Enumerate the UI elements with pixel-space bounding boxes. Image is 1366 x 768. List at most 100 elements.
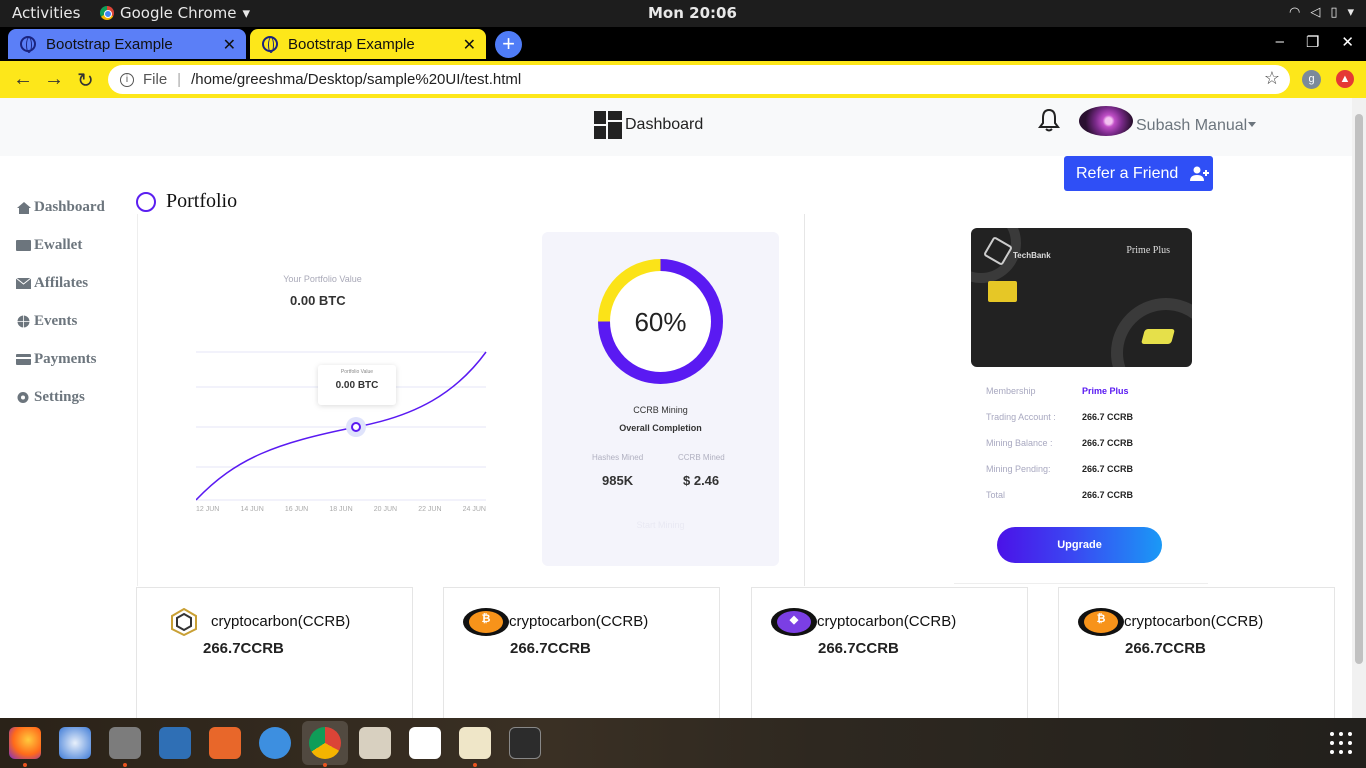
browser-tab[interactable]: Bootstrap Example ✕ xyxy=(8,29,246,59)
help-icon[interactable] xyxy=(259,727,291,759)
app-menu-label: Google Chrome xyxy=(120,4,237,22)
firefox-icon[interactable] xyxy=(9,727,41,759)
address-bar: ← → ↻ i File | /home/greeshma/Desktop/sa… xyxy=(0,61,1366,98)
battery-icon: ▯ xyxy=(1330,5,1338,20)
coin-card[interactable]: ₿ cryptocarbon(CCRB) 266.7CCRB xyxy=(1058,587,1335,718)
membership-row: Total 266.7 CCRB xyxy=(986,490,1133,500)
close-icon[interactable]: ✕ xyxy=(223,35,236,55)
extension-icon[interactable]: g xyxy=(1302,70,1321,89)
x-tick-label: 18 JUN xyxy=(329,506,353,513)
tab-strip: Bootstrap Example ✕ Bootstrap Example ✕ … xyxy=(0,27,1366,61)
url-input[interactable]: i File | /home/greeshma/Desktop/sample%2… xyxy=(108,65,1290,94)
row-value: Prime Plus xyxy=(1082,386,1129,396)
wallet-icon xyxy=(16,240,31,251)
text-editor-icon[interactable] xyxy=(459,727,491,759)
activities-button[interactable]: Activities xyxy=(12,4,80,22)
start-mining-button[interactable]: Start Mining xyxy=(542,520,779,530)
coin-amount: 266.7CCRB xyxy=(1125,640,1206,657)
user-name[interactable]: Subash Manual xyxy=(1136,117,1247,135)
hashes-label: Hashes Mined xyxy=(592,453,644,462)
page-content: Dashboard Subash Manual Refer a Friend D… xyxy=(0,98,1352,718)
minimize-icon[interactable]: – xyxy=(1276,33,1284,51)
chart-label: Your Portfolio Value xyxy=(283,274,362,284)
sidebar-item-dashboard[interactable]: Dashboard xyxy=(16,199,105,237)
sidebar-item-label: Payments xyxy=(34,351,97,367)
chevron-down-icon[interactable] xyxy=(1248,122,1256,127)
sidebar-item-label: Settings xyxy=(34,389,85,405)
system-top-bar: Activities Google Chrome ▾ Mon 20:06 ◠ ◁… xyxy=(0,0,1366,27)
chrome-icon[interactable] xyxy=(309,727,341,759)
refer-friend-button[interactable]: Refer a Friend xyxy=(1064,156,1213,191)
x-tick-label: 24 JUN xyxy=(462,506,486,513)
sidebar-item-label: Ewallet xyxy=(34,237,83,253)
coin-amount: 266.7CCRB xyxy=(510,640,591,657)
tooltip-value: 0.00 BTC xyxy=(335,380,379,391)
writer-icon[interactable] xyxy=(159,727,191,759)
info-icon[interactable]: i xyxy=(120,72,134,87)
bell-icon[interactable] xyxy=(1038,108,1060,132)
membership-row: Trading Account : 266.7 CCRB xyxy=(986,412,1133,422)
sidebar-item-settings[interactable]: Settings xyxy=(16,389,105,427)
coin-name: cryptocarbon(CCRB) xyxy=(1124,613,1264,630)
close-icon[interactable]: ✕ xyxy=(463,35,476,55)
show-applications-icon[interactable] xyxy=(1330,732,1352,754)
bitcoin-icon: ₿ xyxy=(1078,608,1124,636)
row-value: 266.7 CCRB xyxy=(1082,490,1134,500)
app-menu[interactable]: Google Chrome ▾ xyxy=(100,4,250,22)
window-controls: – ❐ ✕ xyxy=(1276,33,1354,51)
forward-icon[interactable]: → xyxy=(44,68,64,91)
thunderbird-icon[interactable] xyxy=(59,727,91,759)
coin-amount: 266.7CCRB xyxy=(203,640,284,657)
clock[interactable]: Mon 20:06 xyxy=(648,4,737,22)
browser-tab-active[interactable]: Bootstrap Example ✕ xyxy=(250,29,486,59)
globe-icon xyxy=(17,315,30,328)
sidebar-item-affilates[interactable]: Affilates xyxy=(16,275,105,313)
sidebar-item-ewallet[interactable]: Ewallet xyxy=(16,237,105,275)
scrollbar-thumb[interactable] xyxy=(1355,114,1363,664)
sidebar-item-label: Dashboard xyxy=(34,199,105,215)
coin-card[interactable]: ₿ cryptocarbon(CCRB) 266.7CCRB xyxy=(443,587,720,718)
back-icon[interactable]: ← xyxy=(13,68,33,91)
refer-label: Refer a Friend xyxy=(1076,164,1179,182)
rhythmbox-icon[interactable] xyxy=(359,727,391,759)
page-title: Portfolio xyxy=(136,190,237,213)
card-tier: Prime Plus xyxy=(1126,245,1170,256)
coin-name: cryptocarbon(CCRB) xyxy=(211,613,351,630)
wifi-icon: ◠ xyxy=(1288,5,1301,20)
completion-donut: 60% xyxy=(598,259,723,384)
mining-card: 60% CCRB Mining Overall Completion Hashe… xyxy=(542,232,779,566)
tooltip-label: Portfolio Value xyxy=(340,369,374,375)
row-key: Total xyxy=(986,490,1006,500)
close-window-icon[interactable]: ✕ xyxy=(1341,33,1354,51)
system-tray[interactable]: ◠ ◁ ▯ ▾ xyxy=(1289,5,1354,20)
bookmark-star-icon[interactable]: ☆ xyxy=(1264,68,1280,89)
x-tick-label: 22 JUN xyxy=(418,506,442,513)
x-axis-ticks: 12 JUN 14 JUN 16 JUN 18 JUN 20 JUN 22 JU… xyxy=(196,506,486,513)
scheme-label: File xyxy=(143,71,168,88)
update-icon[interactable]: ▲ xyxy=(1336,70,1354,88)
maximize-icon[interactable]: ❐ xyxy=(1306,33,1319,51)
files-icon[interactable] xyxy=(109,727,141,759)
globe-icon xyxy=(20,36,36,53)
row-key: Membership xyxy=(986,386,1036,396)
row-key: Mining Balance : xyxy=(986,438,1053,448)
software-icon[interactable] xyxy=(209,727,241,759)
coin-card[interactable]: ◆ cryptocarbon(CCRB) 266.7CCRB xyxy=(751,587,1028,718)
terminal-icon[interactable] xyxy=(509,727,541,759)
page-scrollbar[interactable] xyxy=(1352,98,1366,718)
new-tab-button[interactable]: + xyxy=(495,31,522,58)
amazon-icon[interactable] xyxy=(409,727,441,759)
x-tick-label: 12 JUN xyxy=(196,506,220,513)
coin-card[interactable]: cryptocarbon(CCRB) 266.7CCRB xyxy=(136,587,413,718)
tab-title: Bootstrap Example xyxy=(288,35,415,53)
divider: | xyxy=(177,71,182,88)
navbar-brand[interactable]: Dashboard xyxy=(594,111,703,139)
membership-row: Mining Pending: 266.7 CCRB xyxy=(986,464,1133,474)
sidebar-item-payments[interactable]: Payments xyxy=(16,351,105,389)
url-text: /home/greeshma/Desktop/sample%20UI/test.… xyxy=(191,71,522,88)
membership-row: Mining Balance : 266.7 CCRB xyxy=(986,438,1133,448)
sidebar-item-events[interactable]: Events xyxy=(16,313,105,351)
avatar[interactable] xyxy=(1079,106,1133,136)
reload-icon[interactable]: ↻ xyxy=(77,68,94,93)
upgrade-button[interactable]: Upgrade xyxy=(997,527,1162,563)
